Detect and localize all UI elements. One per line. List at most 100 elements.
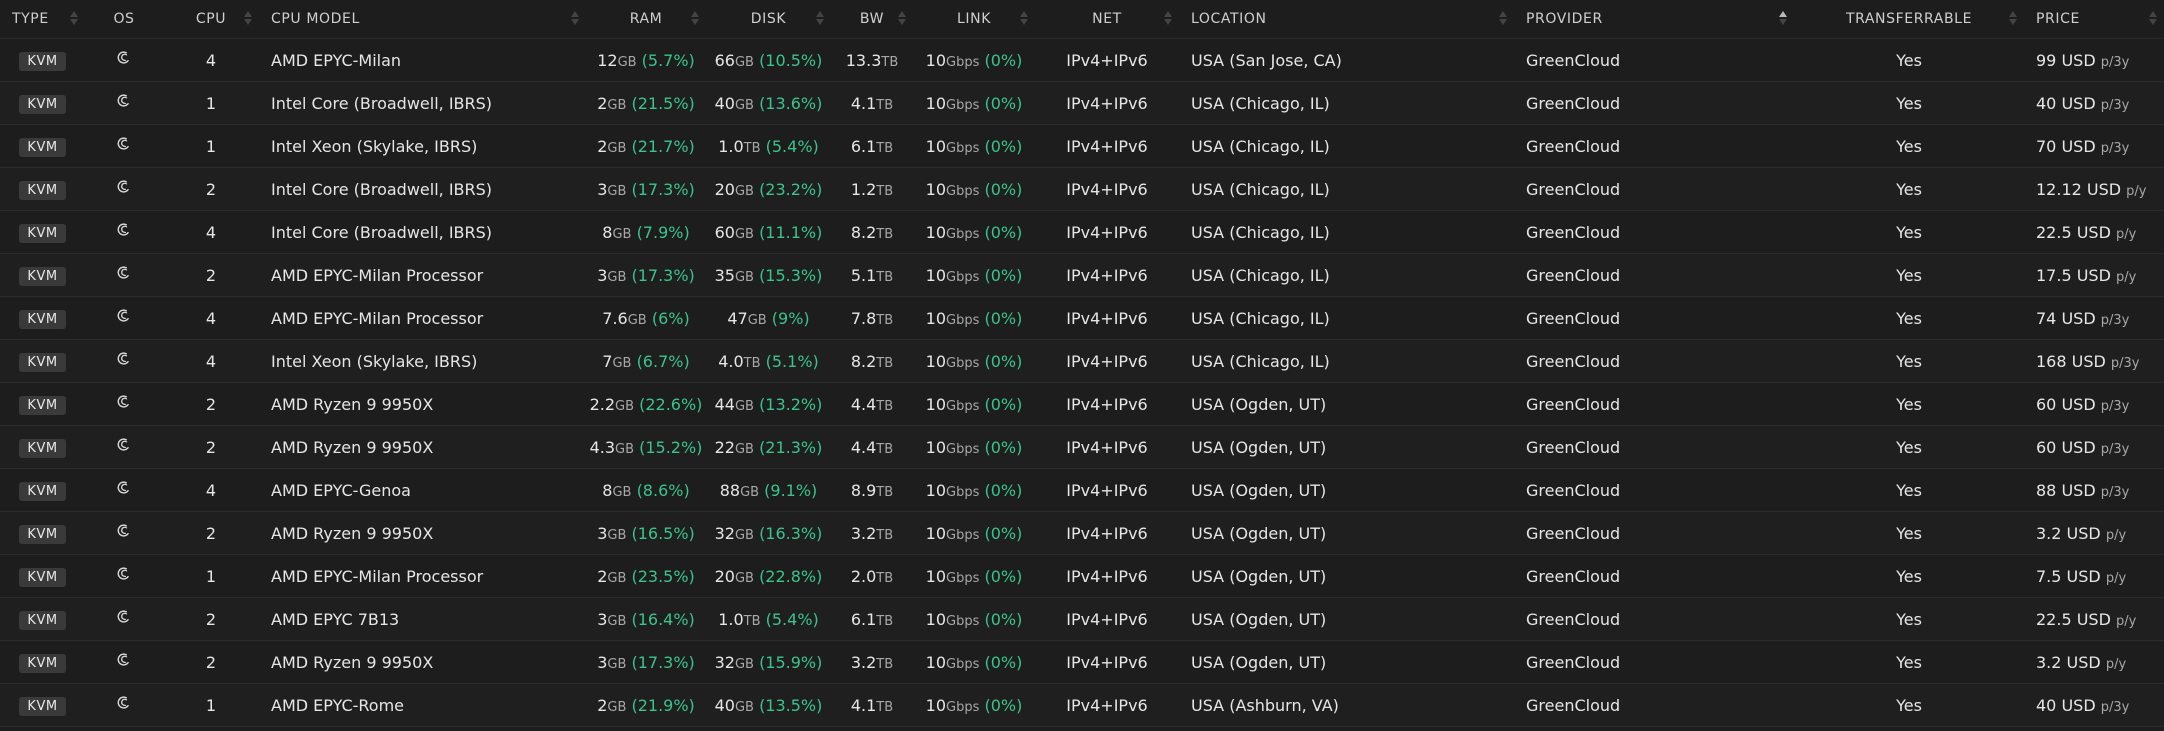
disk-unit: TB [743,140,761,156]
disk-cell: 1.0TB (5.4%) [706,597,831,641]
link-unit: Gbps [946,140,980,156]
disk-unit: GB [734,699,754,715]
table-row[interactable]: KVM 4 Intel Xeon (Skylake, IBRS) 7GB (6.… [0,339,2164,383]
col-header-location[interactable]: LOCATION [1179,0,1514,39]
table-row[interactable]: KVM 1 Intel Core (Broadwell, IBRS) 2GB (… [0,81,2164,125]
type-badge: KVM [19,309,66,329]
price-period: p/y [2116,226,2137,242]
link-unit: Gbps [946,613,980,629]
net-cell: IPv4+IPv6 [1035,511,1179,555]
location-cell: USA (San Jose, CA) [1179,38,1514,82]
os-cell [85,210,163,254]
ram-value: 2 [597,566,608,586]
col-header-cpu-model[interactable]: CPU MODEL [259,0,586,39]
bw-unit: TB [876,441,894,457]
cpu-model-cell: AMD Ryzen 9 9950X [259,511,586,555]
cpu-model-cell: Intel Core (Broadwell, IBRS) [259,167,586,211]
table-row[interactable]: KVM 4 AMD EPYC-Milan Processor 7.6GB (6%… [0,296,2164,340]
type-cell: KVM [0,38,85,82]
link-percent: (0%) [984,566,1023,586]
os-cell [85,511,163,555]
type-cell: KVM [0,511,85,555]
os-cell [85,38,163,82]
ram-percent: (21.5%) [631,93,695,113]
link-cell: 10Gbps (0%) [913,253,1035,297]
cpu-model-cell: AMD EPYC-Milan Processor [259,554,586,598]
bw-cell: 7.8TB [831,296,913,340]
disk-cell: 1.0TB (5.4%) [706,124,831,168]
col-header-provider[interactable]: PROVIDER [1514,0,1794,39]
debian-icon [117,352,129,365]
debian-icon [117,567,129,580]
table-row[interactable]: KVM 1 AMD EPYC-Milan Processor 2GB (23.5… [0,554,2164,598]
disk-percent: (5.1%) [765,351,819,371]
price-period: p/3y [2100,54,2130,70]
table-row[interactable]: KVM 2 AMD EPYC 7B13 3GB (16.4%) 1.0TB (5… [0,597,2164,641]
transferrable-cell: Yes [1794,124,2024,168]
ram-unit: GB [607,527,627,543]
col-header-bw[interactable]: BW [831,0,913,39]
table-row[interactable]: KVM 2 AMD Ryzen 9 9950X 2.2GB (22.6%) 44… [0,382,2164,426]
type-badge: KVM [19,696,66,716]
type-badge: KVM [19,51,66,71]
cpu-model-cell: AMD Ryzen 9 9950X [259,425,586,469]
col-header-price[interactable]: PRICE [2024,0,2164,39]
price-period: p/3y [2110,355,2140,371]
col-header-disk[interactable]: DISK [706,0,831,39]
ram-value: 8 [602,480,613,500]
ram-percent: (6.7%) [636,351,690,371]
link-unit: Gbps [946,656,980,672]
price-value: 88 USD [2036,480,2096,500]
price-cell: 40 USD p/3y [2024,81,2164,125]
col-header-net[interactable]: NET [1035,0,1179,39]
bw-value: 4.1 [850,93,877,113]
ram-unit: GB [627,312,647,328]
price-value: 70 USD [2036,136,2096,156]
bw-unit: TB [876,140,894,156]
price-cell: 3.2 USD p/y [2024,640,2164,684]
location-cell: USA (Ogden, UT) [1179,468,1514,512]
net-cell: IPv4+IPv6 [1035,124,1179,168]
ram-unit: GB [607,269,627,285]
ram-cell: 7GB (6.7%) [586,339,706,383]
ram-unit: GB [607,97,627,113]
col-header-type[interactable]: TYPE [0,0,85,39]
ram-percent: (17.3%) [631,179,695,199]
transferrable-cell: Yes [1794,210,2024,254]
col-header-cpu[interactable]: CPU [163,0,259,39]
link-percent: (0%) [984,308,1023,328]
table-row[interactable]: KVM 1 Intel Xeon (Skylake, IBRS) 2GB (21… [0,124,2164,168]
type-badge: KVM [19,94,66,114]
table-row[interactable]: KVM 4 AMD EPYC-Genoa 8GB (8.6%) 88GB (9.… [0,468,2164,512]
price-cell: 3.2 USD p/y [2024,511,2164,555]
debian-icon [117,395,129,408]
link-cell: 10Gbps (0%) [913,210,1035,254]
col-header-ram[interactable]: RAM [586,0,706,39]
os-cell [85,253,163,297]
location-cell: USA (Ashburn, VA) [1179,683,1514,727]
table-row[interactable]: KVM 4 Intel Core (Broadwell, IBRS) 8GB (… [0,210,2164,254]
disk-cell: 22GB (21.3%) [706,425,831,469]
table-row[interactable]: KVM 1 AMD EPYC-Rome 2GB (21.9%) 40GB (13… [0,683,2164,727]
link-value: 10 [925,265,947,285]
table-row[interactable]: KVM 2 AMD EPYC-Milan Processor 3GB (17.3… [0,253,2164,297]
sort-arrows-icon [1498,9,1508,29]
price-period: p/y [2105,527,2127,543]
os-cell [85,339,163,383]
disk-value: 32 [714,652,735,672]
type-cell: KVM [0,253,85,297]
price-period: p/3y [2100,441,2130,457]
col-header-transferrable[interactable]: TRANSFERRABLE [1794,0,2024,39]
table-row[interactable]: KVM 2 AMD Ryzen 9 9950X 4.3GB (15.2%) 22… [0,425,2164,469]
provider-cell: GreenCloud [1514,253,1794,297]
os-cell [85,382,163,426]
disk-unit: GB [734,226,754,242]
table-row[interactable]: KVM 2 Intel Core (Broadwell, IBRS) 3GB (… [0,167,2164,211]
table-row[interactable]: KVM 2 AMD Ryzen 9 9950X 3GB (17.3%) 32GB… [0,640,2164,684]
sort-arrows-icon [2008,9,2018,29]
col-header-os[interactable]: OS [85,0,163,39]
col-header-link[interactable]: LINK [913,0,1035,39]
table-row[interactable]: KVM 4 AMD EPYC-Milan 12GB (5.7%) 66GB (1… [0,38,2164,82]
ram-unit: GB [617,54,637,70]
table-row[interactable]: KVM 2 AMD Ryzen 9 9950X 3GB (16.5%) 32GB… [0,511,2164,555]
